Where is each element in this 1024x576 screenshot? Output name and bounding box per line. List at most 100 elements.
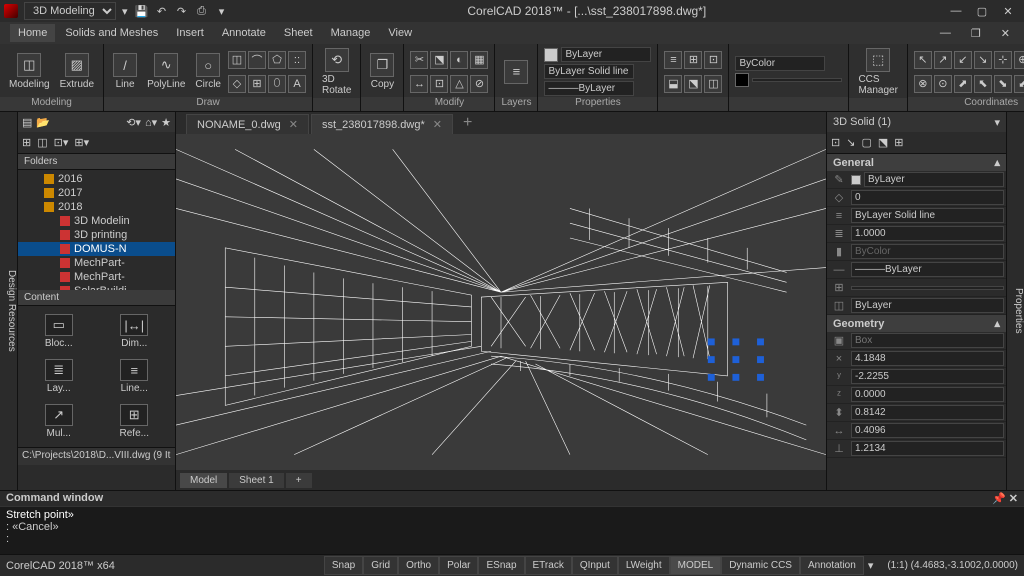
rp-icon2[interactable]: ↘	[846, 136, 855, 149]
content-item[interactable]: |↔|Dim...	[98, 310, 172, 353]
prop-value[interactable]: 0.8142	[851, 405, 1004, 420]
sheet-tab[interactable]: Model	[180, 473, 227, 488]
folder-item[interactable]: 2018	[18, 200, 175, 214]
file-item[interactable]: MechPart-	[18, 270, 175, 284]
ribbon-icon[interactable]: ⬉	[974, 73, 992, 95]
ribbon-icon[interactable]: ≡	[664, 49, 682, 71]
open-icon[interactable]: 📂	[36, 116, 50, 129]
menu-manage[interactable]: Manage	[323, 24, 379, 42]
3d-rotate-button[interactable]: ⟲3D Rotate	[319, 46, 354, 98]
tool2-icon[interactable]: ◫	[37, 136, 47, 149]
ribbon-tool-icon[interactable]: △	[450, 73, 468, 95]
ribbon-icon[interactable]: ⬓	[664, 73, 682, 95]
ribbon-icon[interactable]: ⊙	[934, 73, 952, 95]
props-dropdown-icon[interactable]: ▾	[994, 116, 1000, 129]
doc-tab[interactable]: sst_238017898.dwg*✕	[311, 114, 453, 134]
minimize-icon[interactable]: —	[944, 2, 968, 20]
status-toggle-esnap[interactable]: ESnap	[478, 556, 524, 575]
content-item[interactable]: ≡Line...	[98, 355, 172, 398]
content-item[interactable]: ⊞Refe...	[98, 400, 172, 443]
ribbon-tool-icon[interactable]: ◫	[228, 49, 246, 71]
property-select[interactable]: ———ByLayer	[544, 81, 634, 96]
content-item[interactable]: ↗Mul...	[22, 400, 96, 443]
menu-home[interactable]: Home	[10, 24, 55, 42]
ccs-manager-button[interactable]: ⬚CCS Manager	[855, 46, 900, 98]
ribbon-tool-icon[interactable]: ⊞	[248, 73, 266, 95]
status-toggle-snap[interactable]: Snap	[324, 556, 363, 575]
extrude-button[interactable]: ▨Extrude	[57, 51, 97, 92]
rp-icon5[interactable]: ⊞	[894, 136, 903, 149]
ribbon-tool-icon[interactable]: ⌒	[248, 49, 266, 71]
prop-value[interactable]: ByLayer	[851, 298, 1004, 313]
prop-value[interactable]: 1.2134	[851, 441, 1004, 456]
ribbon-icon[interactable]: ⊕	[1014, 49, 1024, 71]
ribbon-tool-icon[interactable]: ↔	[410, 73, 428, 95]
modeling-button[interactable]: ◫Modeling	[6, 51, 53, 92]
prop-value[interactable]: 1.0000	[851, 226, 1004, 241]
property-select[interactable]: ByColor	[735, 56, 825, 71]
content-item[interactable]: ≣Lay...	[22, 355, 96, 398]
tool4-icon[interactable]: ⊞▾	[74, 136, 89, 149]
ribbon-tool-icon[interactable]: ⬠	[268, 49, 286, 71]
ribbon-icon[interactable]: ⬋	[1014, 73, 1024, 95]
ribbon-tool-icon[interactable]: ▦	[470, 49, 488, 71]
collapse-icon[interactable]: ▴	[994, 156, 1000, 169]
rp-icon1[interactable]: ⊡	[831, 136, 840, 149]
status-toggle-dynamic ccs[interactable]: Dynamic CCS	[721, 556, 800, 575]
ribbon-tool-icon[interactable]: ⬔	[430, 49, 448, 71]
polyline-button[interactable]: ∿PolyLine	[144, 51, 188, 92]
dropdown-icon[interactable]: ▾	[122, 5, 128, 18]
prop-value[interactable]: 0.0000	[851, 387, 1004, 402]
design-resources-tab[interactable]: Design Resources	[0, 112, 18, 490]
file-item[interactable]: 3D printing	[18, 228, 175, 242]
folder-item[interactable]: 2016	[18, 172, 175, 186]
menu-solids and meshes[interactable]: Solids and Meshes	[57, 24, 166, 42]
refresh-icon[interactable]: ⟲▾	[126, 116, 141, 129]
child-close-icon[interactable]: ✕	[993, 24, 1018, 43]
print-icon[interactable]: ⎙	[194, 3, 210, 19]
ribbon-tool-icon[interactable]: ◐	[450, 49, 468, 71]
menu-insert[interactable]: Insert	[168, 24, 212, 42]
ribbon-icon[interactable]: ⬈	[954, 73, 972, 95]
ribbon-tool-icon[interactable]: ⊡	[430, 73, 448, 95]
cmd-close-icon[interactable]: ✕	[1009, 493, 1018, 505]
ribbon-icon[interactable]: ⊹	[994, 49, 1012, 71]
workspace-select[interactable]: 3D Modeling	[24, 2, 116, 20]
status-toggle-lweight[interactable]: LWeight	[618, 556, 670, 575]
command-window[interactable]: Stretch point» : «Cancel» :	[0, 506, 1024, 554]
ribbon-tool-icon[interactable]: ⬯	[268, 73, 286, 95]
status-toggle-grid[interactable]: Grid	[363, 556, 398, 575]
ribbon-tool-icon[interactable]: ◇	[228, 73, 246, 95]
ribbon-tool-icon[interactable]: ::	[288, 49, 306, 71]
tab-close-icon[interactable]: ✕	[289, 118, 298, 131]
ribbon-tool-icon[interactable]: ⊘	[470, 73, 488, 95]
new-icon[interactable]: ▤	[22, 116, 32, 129]
home-icon[interactable]: ⌂▾	[145, 116, 157, 129]
maximize-icon[interactable]: ▢	[970, 2, 994, 20]
status-toggle-model[interactable]: MODEL	[670, 556, 722, 575]
content-item[interactable]: ▭Bloc...	[22, 310, 96, 353]
prop-value[interactable]: 0	[851, 190, 1004, 205]
doc-tab[interactable]: NONAME_0.dwg✕	[186, 114, 309, 134]
property-select[interactable]: ByLayer Solid line	[544, 64, 634, 79]
ribbon-tool-icon[interactable]: A	[288, 73, 306, 95]
rp-icon3[interactable]: ▢	[861, 136, 871, 149]
sheet-tab[interactable]: Sheet 1	[229, 473, 283, 488]
toolbar-dropdown-icon[interactable]: ▾	[214, 3, 230, 19]
file-item[interactable]: MechPart-	[18, 256, 175, 270]
file-item[interactable]: DOMUS-N	[18, 242, 175, 256]
menu-annotate[interactable]: Annotate	[214, 24, 274, 42]
save-icon[interactable]: 💾	[134, 3, 150, 19]
viewport[interactable]	[176, 134, 826, 470]
file-item[interactable]: 3D Modelin	[18, 214, 175, 228]
property-select[interactable]	[752, 78, 842, 82]
undo-icon[interactable]: ↶	[154, 3, 170, 19]
redo-icon[interactable]: ↷	[174, 3, 190, 19]
status-toggle-annotation[interactable]: Annotation	[800, 556, 864, 575]
status-toggle-qinput[interactable]: QInput	[572, 556, 618, 575]
layers-button[interactable]: ≡	[501, 58, 531, 86]
status-toggle-ortho[interactable]: Ortho	[398, 556, 439, 575]
line-button[interactable]: /Line	[110, 51, 140, 92]
prop-value[interactable]: 4.1848	[851, 351, 1004, 366]
menu-sheet[interactable]: Sheet	[276, 24, 321, 42]
